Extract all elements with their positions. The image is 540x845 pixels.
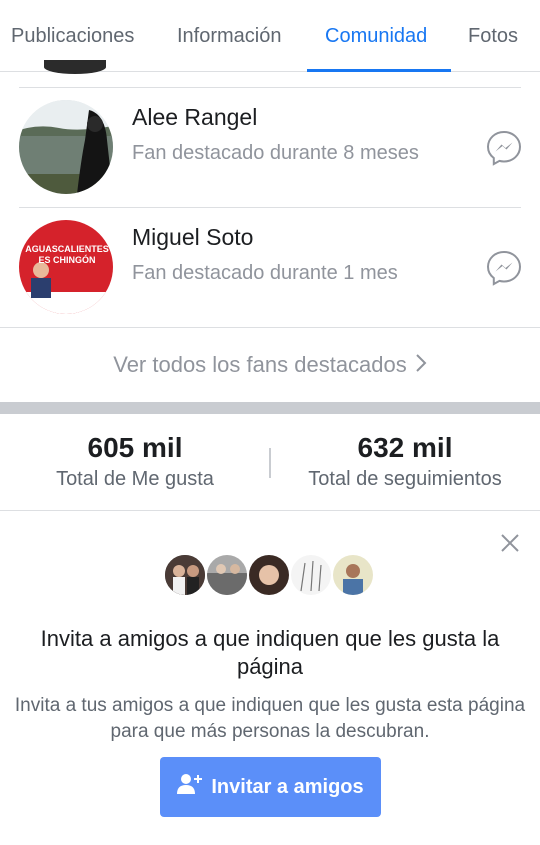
invite-friends-card: Invita a amigos a que indiquen que les g… xyxy=(0,511,540,845)
invite-title: Invita a amigos a que indiquen que les g… xyxy=(40,626,500,679)
messenger-icon[interactable] xyxy=(486,130,522,166)
row-divider xyxy=(0,327,540,328)
fan-row-alee-rangel[interactable]: Alee Rangel Fan destacado durante 8 mese… xyxy=(0,88,540,208)
see-all-fans-link[interactable]: Ver todos los fans destacados xyxy=(0,330,540,402)
tab-comunidad[interactable]: Comunidad xyxy=(325,0,427,72)
chevron-right-icon xyxy=(415,331,427,401)
avatar[interactable]: AGUASCALIENTES ES CHINGÓN xyxy=(19,220,113,314)
invite-description: Invita a tus amigos a que indiquen que l… xyxy=(14,695,526,742)
see-all-label: Ver todos los fans destacados xyxy=(113,352,407,377)
avatar xyxy=(205,553,249,597)
fan-subtitle: Fan destacado durante 1 mes xyxy=(132,262,398,284)
stat-value: 632 mil xyxy=(357,432,453,463)
friend-avatars xyxy=(163,553,375,599)
invite-friends-button[interactable]: Invitar a amigos xyxy=(160,757,381,817)
add-person-icon xyxy=(177,773,211,801)
tab-informacion[interactable]: Información xyxy=(177,0,282,72)
section-separator xyxy=(0,402,540,414)
avatar xyxy=(163,553,207,597)
active-tab-indicator xyxy=(307,69,451,72)
avatar[interactable] xyxy=(19,100,113,194)
page-stats: 605 mil Total de Me gusta 632 mil Total … xyxy=(0,414,540,510)
avatar-partial xyxy=(44,60,106,74)
fan-row-miguel-soto[interactable]: AGUASCALIENTES ES CHINGÓN Miguel Soto Fa… xyxy=(0,208,540,328)
invite-button-label: Invitar a amigos xyxy=(211,775,364,798)
avatar xyxy=(331,553,375,597)
fan-name[interactable]: Alee Rangel xyxy=(132,104,257,131)
tab-fotos[interactable]: Fotos xyxy=(468,0,518,72)
fan-name[interactable]: Miguel Soto xyxy=(132,224,253,251)
fan-subtitle: Fan destacado durante 8 meses xyxy=(132,142,419,164)
stat-label: Total de seguimientos xyxy=(308,468,502,490)
avatar-banner-text: AGUASCALIENTES ES CHINGÓN xyxy=(25,244,109,265)
close-icon[interactable] xyxy=(498,531,522,555)
stat-label: Total de Me gusta xyxy=(56,468,214,490)
messenger-icon[interactable] xyxy=(486,250,522,286)
stat-likes: 605 mil Total de Me gusta xyxy=(0,432,270,491)
stat-value: 605 mil xyxy=(87,432,183,463)
stat-follows: 632 mil Total de seguimientos xyxy=(270,432,540,491)
avatar xyxy=(247,553,291,597)
avatar xyxy=(289,553,333,597)
